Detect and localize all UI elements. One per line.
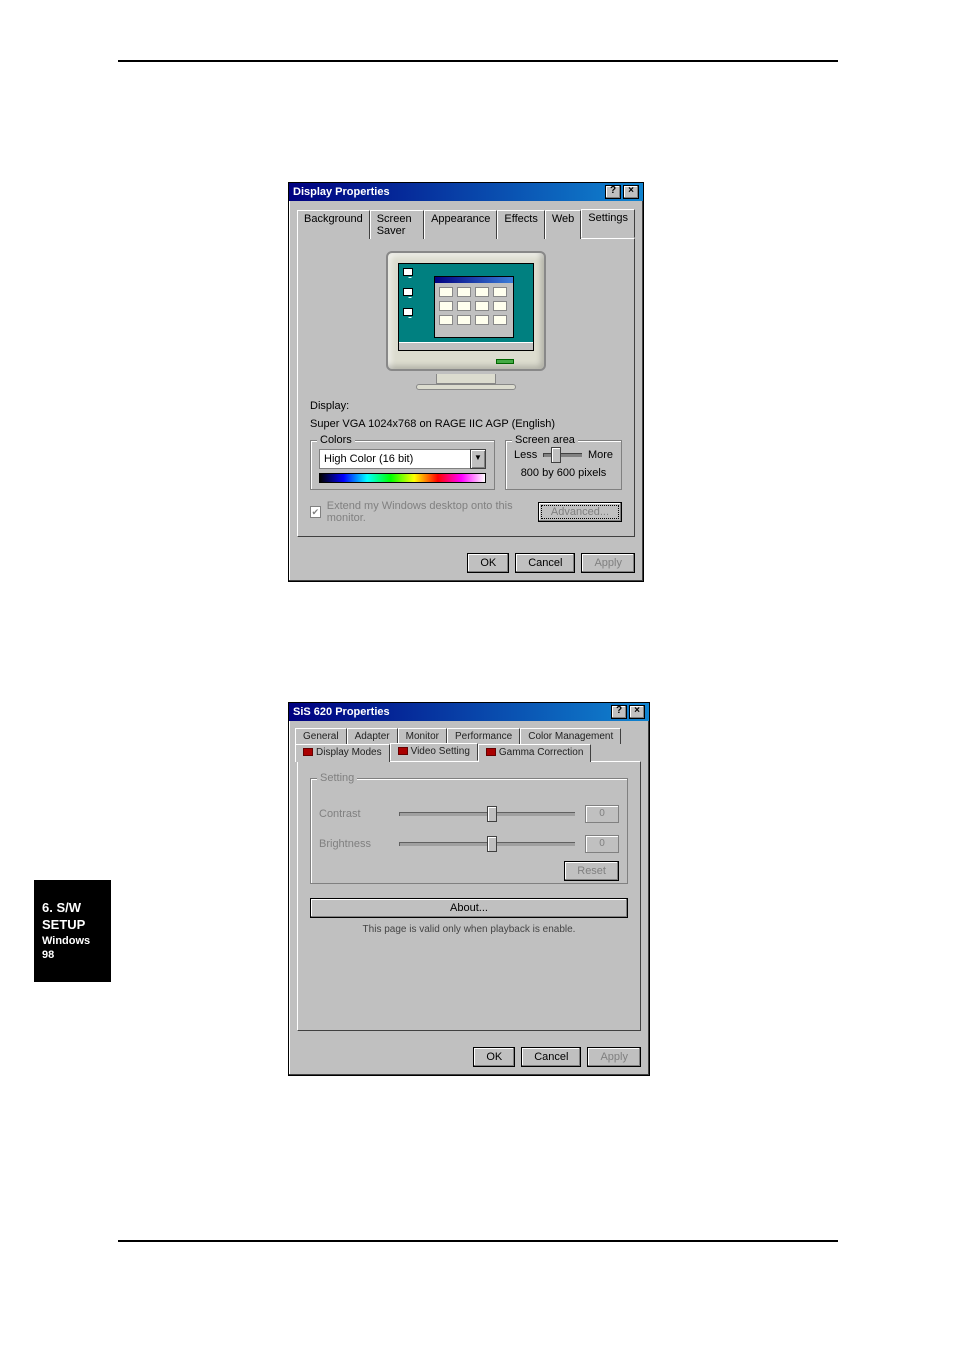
- less-label: Less: [514, 449, 537, 461]
- colors-combo[interactable]: ▼: [319, 449, 486, 469]
- extend-label: Extend my Windows desktop onto this moni…: [327, 500, 526, 524]
- brightness-row: Brightness 0: [319, 835, 619, 853]
- dlg2-buttons: OK Cancel Apply: [289, 1039, 649, 1075]
- display-value: Super VGA 1024x768 on RAGE IIC AGP (Engl…: [310, 418, 622, 430]
- brightness-label: Brightness: [319, 838, 389, 850]
- setting-group: Setting Contrast 0 Brightness 0 Reset: [310, 778, 628, 884]
- sis620-properties-dialog: SiS 620 Properties ? × General Adapter M…: [288, 702, 650, 1076]
- dlg2-body: Setting Contrast 0 Brightness 0 Reset Ab…: [297, 761, 641, 1031]
- dlg1-title: Display Properties: [293, 186, 390, 198]
- colors-title: Colors: [317, 434, 355, 446]
- tab-videosetting[interactable]: Video Setting: [390, 743, 478, 761]
- apply-button: Apply: [587, 1047, 641, 1067]
- resolution-value: 800 by 600 pixels: [514, 467, 613, 479]
- contrast-label: Contrast: [319, 808, 389, 820]
- about-button[interactable]: About...: [310, 898, 628, 918]
- more-label: More: [588, 449, 613, 461]
- help-icon[interactable]: ?: [611, 705, 627, 719]
- sis-icon: [303, 748, 313, 756]
- sis-icon: [398, 747, 408, 755]
- tab-effects[interactable]: Effects: [497, 210, 544, 239]
- tab-settings[interactable]: Settings: [581, 209, 635, 238]
- page-content: Display Properties ? × Background Screen…: [118, 60, 838, 1076]
- help-icon[interactable]: ?: [605, 185, 621, 199]
- display-label: Display:: [310, 400, 622, 412]
- extend-row: ✔ Extend my Windows desktop onto this mo…: [310, 500, 622, 524]
- brightness-value: 0: [585, 835, 619, 853]
- side-section-label: 6. S/W SETUP Windows 98: [34, 880, 111, 982]
- header-rule: [118, 60, 838, 62]
- dlg1-body: ▬ ▬ ▬ Display: Super VGA 1024x768 on RAG…: [297, 238, 635, 537]
- dlg1-tabs: Background Screen Saver Appearance Effec…: [289, 201, 643, 238]
- chevron-down-icon[interactable]: ▼: [470, 449, 486, 469]
- tab-web[interactable]: Web: [545, 210, 581, 239]
- tab-background[interactable]: Background: [297, 210, 370, 239]
- close-icon[interactable]: ×: [629, 705, 645, 719]
- tab-colormgmt[interactable]: Color Management: [520, 728, 621, 744]
- close-icon[interactable]: ×: [623, 185, 639, 199]
- cancel-button[interactable]: Cancel: [515, 553, 575, 573]
- tab-monitor[interactable]: Monitor: [398, 728, 447, 744]
- dlg2-title: SiS 620 Properties: [293, 706, 390, 718]
- tab-appearance[interactable]: Appearance: [424, 210, 497, 239]
- ok-button[interactable]: OK: [473, 1047, 515, 1067]
- screenarea-title: Screen area: [512, 434, 578, 446]
- footer-rule: [118, 1240, 838, 1242]
- color-spectrum: [319, 473, 486, 483]
- contrast-value: 0: [585, 805, 619, 823]
- display-properties-dialog: Display Properties ? × Background Screen…: [288, 182, 644, 582]
- contrast-slider: [399, 812, 575, 816]
- tab-displaymodes[interactable]: Display Modes: [295, 744, 390, 762]
- contrast-row: Contrast 0: [319, 805, 619, 823]
- extend-checkbox: ✔: [310, 506, 321, 518]
- sis-icon: [486, 748, 496, 756]
- tab-adapter[interactable]: Adapter: [347, 728, 398, 744]
- ok-button[interactable]: OK: [467, 553, 509, 573]
- dlg2-tabs-row1: General Adapter Monitor Performance Colo…: [289, 721, 649, 743]
- brightness-slider: [399, 842, 575, 846]
- playback-note: This page is valid only when playback is…: [310, 924, 628, 935]
- tab-screensaver[interactable]: Screen Saver: [370, 210, 424, 239]
- dlg2-tabs-row2: Display Modes Video Setting Gamma Correc…: [289, 743, 649, 761]
- tab-gamma[interactable]: Gamma Correction: [478, 744, 591, 762]
- cancel-button[interactable]: Cancel: [521, 1047, 581, 1067]
- dlg1-buttons: OK Cancel Apply: [289, 545, 643, 581]
- tab-general[interactable]: General: [295, 728, 347, 744]
- setting-title: Setting: [317, 772, 357, 784]
- apply-button: Apply: [581, 553, 635, 573]
- dlg1-titlebar[interactable]: Display Properties ? ×: [289, 183, 643, 201]
- reset-button: Reset: [564, 861, 619, 881]
- advanced-button[interactable]: Advanced...: [538, 502, 622, 522]
- resolution-slider[interactable]: [543, 453, 582, 457]
- colors-value[interactable]: [319, 449, 470, 469]
- screenarea-group: Screen area Less More 800 by 600 pixels: [505, 440, 622, 490]
- colors-group: Colors ▼: [310, 440, 495, 490]
- monitor-preview: ▬ ▬ ▬: [310, 251, 622, 390]
- tab-performance[interactable]: Performance: [447, 728, 520, 744]
- dlg2-titlebar[interactable]: SiS 620 Properties ? ×: [289, 703, 649, 721]
